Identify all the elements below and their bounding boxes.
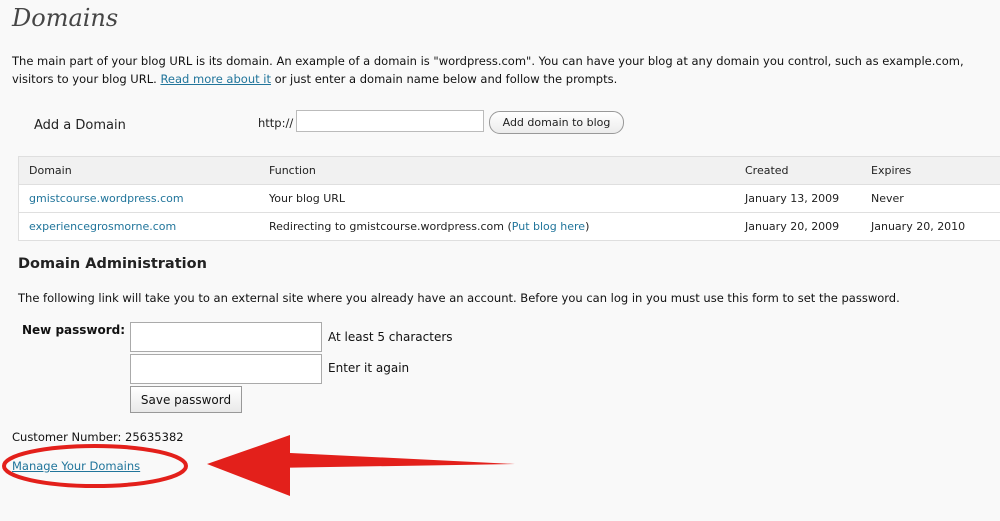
function-cell: Your blog URL	[259, 184, 735, 213]
read-more-link[interactable]: Read more about it	[160, 72, 271, 86]
put-blog-here-link[interactable]: Put blog here	[512, 220, 585, 233]
intro-line-2-suffix: or just enter a domain name below and fo…	[270, 72, 618, 86]
function-text: Redirecting to gmistcourse.wordpress.com…	[269, 220, 512, 233]
page-title: Domains	[12, 4, 119, 32]
domain-link[interactable]: experiencegrosmorne.com	[29, 220, 176, 233]
table-header-row: Domain Function Created Expires	[18, 156, 1000, 185]
domain-input[interactable]	[296, 110, 484, 132]
intro-text: The main part of your blog URL is its do…	[12, 52, 1000, 88]
function-suffix: )	[585, 220, 590, 233]
created-cell: January 13, 2009	[735, 184, 861, 213]
function-text: Your blog URL	[269, 192, 346, 205]
function-cell: Redirecting to gmistcourse.wordpress.com…	[259, 212, 735, 241]
http-prefix-label: http://	[258, 116, 294, 130]
manage-your-domains-link[interactable]: Manage Your Domains	[12, 459, 140, 473]
expires-cell: Never	[861, 184, 1000, 213]
table-row: experiencegrosmorne.com Redirecting to g…	[18, 212, 1000, 241]
domains-table: Domain Function Created Expires gmistcou…	[18, 156, 1000, 241]
confirm-password-field[interactable]	[130, 354, 322, 384]
column-header-function: Function	[259, 156, 735, 185]
add-domain-label: Add a Domain	[34, 118, 126, 133]
column-header-created: Created	[735, 156, 861, 185]
table-row: gmistcourse.wordpress.com Your blog URL …	[18, 184, 1000, 213]
password-hint-length: At least 5 characters	[328, 330, 453, 344]
domain-administration-title: Domain Administration	[18, 256, 207, 272]
intro-line-2-prefix: visitors to your blog URL.	[12, 72, 161, 86]
intro-line-2: visitors to your blog URL. Read more abo…	[12, 70, 1000, 88]
new-password-label: New password:	[22, 323, 126, 337]
domain-link[interactable]: gmistcourse.wordpress.com	[29, 192, 184, 205]
column-header-domain: Domain	[18, 156, 259, 185]
save-password-button[interactable]: Save password	[130, 386, 242, 413]
new-password-field[interactable]	[130, 322, 322, 352]
column-header-expires: Expires	[861, 156, 1000, 185]
password-hint-repeat: Enter it again	[328, 361, 410, 375]
arrow-left-icon	[207, 435, 515, 496]
intro-line-1: The main part of your blog URL is its do…	[12, 54, 964, 68]
domain-cell: gmistcourse.wordpress.com	[18, 184, 259, 213]
domain-cell: experiencegrosmorne.com	[18, 212, 259, 241]
domains-page: Domains The main part of your blog URL i…	[0, 0, 1000, 521]
created-cell: January 20, 2009	[735, 212, 861, 241]
expires-cell: January 20, 2010	[861, 212, 1000, 241]
add-domain-button[interactable]: Add domain to blog	[489, 111, 624, 134]
domain-administration-description: The following link will take you to an e…	[18, 291, 900, 305]
customer-number: Customer Number: 25635382	[12, 430, 184, 444]
